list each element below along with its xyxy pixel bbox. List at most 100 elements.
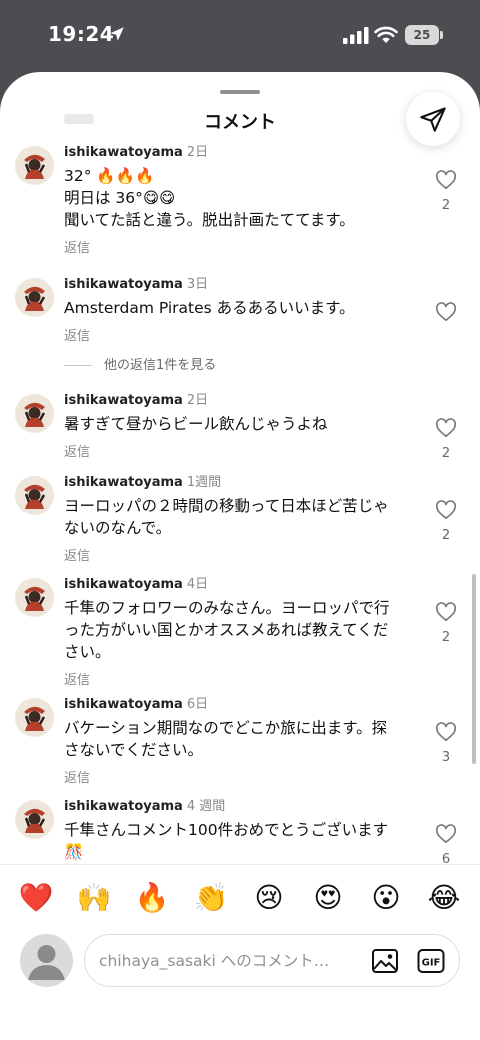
comment-line: 千隼さんコメント100件おめでとうございます: [64, 821, 389, 839]
share-button[interactable]: [406, 92, 460, 146]
like-control[interactable]: 3: [434, 722, 458, 765]
current-user-avatar: [20, 934, 73, 987]
comment-content: ishikawatoyama 3日 Amsterdam Pirates あるあるい…: [64, 276, 409, 344]
like-control[interactable]: 2: [434, 602, 458, 645]
heart-outline-icon: [435, 302, 457, 321]
like-control[interactable]: 2: [434, 418, 458, 461]
reply-button[interactable]: 返信: [64, 237, 409, 256]
comment-username[interactable]: ishikawatoyama: [64, 475, 183, 490]
location-arrow-icon: [110, 27, 124, 41]
reaction-fire[interactable]: 🔥: [134, 878, 170, 918]
view-more-replies[interactable]: 他の返信1件を見る: [64, 354, 216, 373]
comment-list[interactable]: ishikawatoyama 2日 32° 🔥🔥🔥 明日は 36°😋😋 聞いてた話…: [0, 140, 480, 864]
commenter-avatar[interactable]: [15, 800, 54, 839]
comment-timestamp: 3日: [186, 277, 209, 292]
reply-button[interactable]: 返信: [64, 767, 409, 786]
comment-text: 暑すぎて昼からビール飲んじゃうよね: [64, 413, 409, 435]
comment-composer: GIF: [0, 934, 480, 994]
comment-username[interactable]: ishikawatoyama: [64, 799, 183, 814]
default-profile-icon: [20, 934, 73, 987]
comment-input[interactable]: [99, 948, 361, 974]
comment-text: ヨーロッパの２時間の移動って日本ほど苦じゃ ないのなんで。: [64, 495, 409, 539]
commenter-avatar[interactable]: [15, 476, 54, 515]
gif-icon[interactable]: GIF: [417, 947, 445, 975]
comment-line: 明日は 36°😋😋: [64, 189, 176, 207]
commenter-avatar[interactable]: [15, 146, 54, 185]
comment-content: ishikawatoyama 2日 32° 🔥🔥🔥 明日は 36°😋😋 聞いてた話…: [64, 144, 409, 256]
heart-outline-icon: [435, 602, 457, 621]
comment-content: ishikawatoyama 2日 暑すぎて昼からビール飲んじゃうよね 返信: [64, 392, 409, 460]
reaction-laughing[interactable]: 😂: [426, 878, 462, 918]
comment-line: 千隼のフォロワーのみなさん。ヨーロッパで行: [64, 599, 390, 617]
heart-outline-icon: [435, 824, 457, 843]
cellular-signal-icon: [343, 27, 369, 44]
heart-outline-icon: [435, 500, 457, 519]
comment-username[interactable]: ishikawatoyama: [64, 145, 183, 160]
comment-content: ishikawatoyama 4 週間 千隼さんコメント100件おめでとうございま…: [64, 798, 409, 863]
like-control[interactable]: 6: [434, 824, 458, 864]
comment-username[interactable]: ishikawatoyama: [64, 577, 183, 592]
send-icon: [420, 107, 446, 132]
commenter-avatar[interactable]: [15, 278, 54, 317]
comment-timestamp: 6日: [186, 697, 209, 712]
comment-text: 32° 🔥🔥🔥 明日は 36°😋😋 聞いてた話と違う。脱出計画たててます。: [64, 165, 409, 231]
reaction-heart-eyes[interactable]: 😍: [310, 878, 346, 918]
comment-username[interactable]: ishikawatoyama: [64, 393, 183, 408]
comment-timestamp: 4日: [186, 577, 209, 592]
commenter-avatar[interactable]: [15, 698, 54, 737]
view-more-replies-label: 他の返信1件を見る: [104, 358, 217, 373]
reply-button[interactable]: 返信: [64, 441, 409, 460]
like-count: 2: [441, 446, 451, 461]
comment-line: 32° 🔥🔥🔥: [64, 167, 155, 185]
comment-username[interactable]: ishikawatoyama: [64, 277, 183, 292]
svg-text:GIF: GIF: [422, 958, 441, 969]
reply-button[interactable]: 返信: [64, 545, 409, 564]
comment-text: 千隼のフォロワーのみなさん。ヨーロッパで行 った方がいい国とかオススメあれば教え…: [64, 597, 409, 663]
comment-line: Amsterdam Pirates あるあるいいます。: [64, 299, 355, 317]
heart-outline-icon: [435, 722, 457, 741]
comment-line: 暑すぎて昼からビール飲んじゃうよね: [64, 415, 328, 433]
scrollbar[interactable]: [472, 574, 476, 764]
commenter-avatar[interactable]: [15, 394, 54, 433]
pirate-mascot-avatar-icon: [15, 578, 54, 617]
comments-sheet: コメント ishikawatoyama 2日 32° 🔥🔥🔥 明日は 36°😋😋 …: [0, 72, 480, 1040]
pirate-mascot-avatar-icon: [15, 698, 54, 737]
comment-content: ishikawatoyama 4日 千隼のフォロワーのみなさん。ヨーロッパで行 っ…: [64, 576, 409, 688]
comment-username[interactable]: ishikawatoyama: [64, 697, 183, 712]
comment-text: Amsterdam Pirates あるあるいいます。: [64, 297, 409, 319]
reaction-clapping[interactable]: 👏: [193, 878, 229, 918]
like-control[interactable]: 2: [434, 500, 458, 543]
image-picker-icon[interactable]: [371, 947, 399, 975]
reaction-crying[interactable]: 😢: [251, 878, 287, 918]
commenter-avatar[interactable]: [15, 578, 54, 617]
comment-line: 聞いてた話と違う。脱出計画たててます。: [64, 211, 355, 229]
reply-button[interactable]: 返信: [64, 669, 409, 688]
like-count: 2: [441, 528, 451, 543]
battery-tip: [440, 31, 443, 39]
comment-timestamp: 1週間: [186, 475, 222, 490]
comment-line: さい。: [64, 643, 111, 661]
divider-line: [64, 365, 92, 366]
comment-timestamp: 2日: [186, 393, 209, 408]
pirate-mascot-avatar-icon: [15, 146, 54, 185]
reaction-raising-hands[interactable]: 🙌: [76, 878, 112, 918]
comment-line: ヨーロッパの２時間の移動って日本ほど苦じゃ: [64, 497, 389, 515]
reaction-heart[interactable]: ❤️: [18, 878, 54, 918]
like-control[interactable]: 2: [434, 170, 458, 213]
heart-outline-icon: [435, 170, 457, 189]
comment-line: った方がいい国とかオススメあれば教えてくだ: [64, 621, 389, 639]
comment-line: さないでください。: [64, 741, 204, 759]
comment-line: ないのなんで。: [64, 519, 172, 537]
comment-content: ishikawatoyama 1週間 ヨーロッパの２時間の移動って日本ほど苦じゃ …: [64, 474, 409, 564]
quick-reaction-bar: ❤️ 🙌 🔥 👏 😢 😍 😮 😂: [0, 878, 480, 922]
comment-text: 千隼さんコメント100件おめでとうございます 🎊: [64, 819, 409, 863]
comment-text: バケーション期間なのでどこか旅に出ます。探 さないでください。: [64, 717, 409, 761]
reply-button[interactable]: 返信: [64, 325, 409, 344]
sheet-drag-handle[interactable]: [220, 90, 260, 94]
reaction-surprised[interactable]: 😮: [368, 878, 404, 918]
like-control[interactable]: [434, 302, 458, 322]
reaction-divider: [0, 864, 480, 865]
like-count: 6: [441, 852, 451, 864]
status-time: 19:24: [48, 22, 115, 46]
comment-input-container[interactable]: GIF: [84, 934, 460, 987]
